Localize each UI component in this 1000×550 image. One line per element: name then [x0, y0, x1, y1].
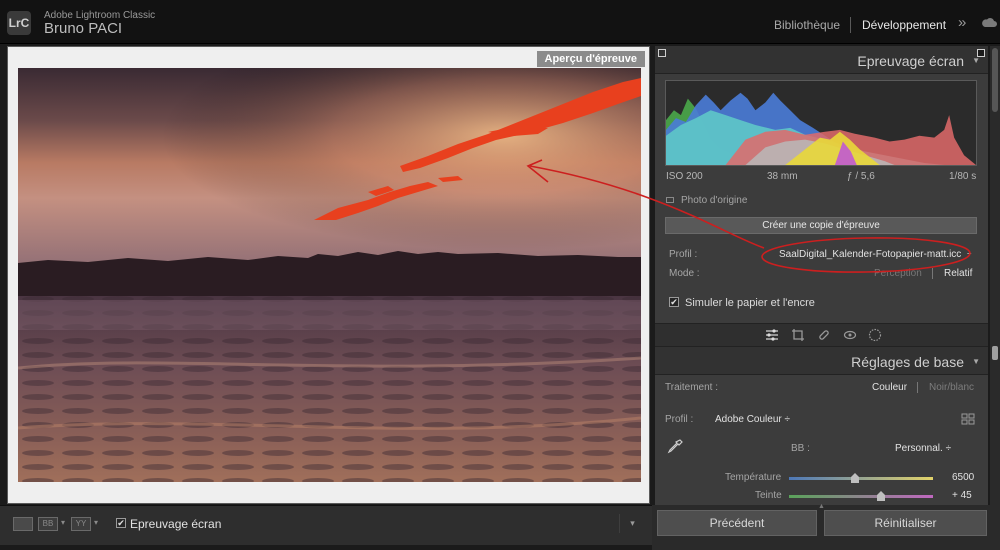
treatment-bw-option[interactable]: Noir/blanc	[929, 382, 974, 393]
proof-preview-label: Aperçu d'épreuve	[536, 51, 645, 67]
cloud-icon[interactable]	[981, 17, 997, 27]
temperature-slider[interactable]	[789, 473, 933, 483]
mode-relative-option[interactable]: Relatif	[944, 268, 972, 279]
tint-label: Teinte	[755, 490, 782, 501]
panel-toggle-arrow-icon[interactable]: ▲	[818, 503, 825, 510]
basic-profile-label: Profil :	[665, 414, 694, 425]
exif-aperture: ƒ / 5,6	[847, 171, 875, 182]
lrc-logo: LrC	[7, 11, 31, 35]
treatment-label: Traitement :	[665, 382, 718, 393]
soft-proof-panel-title: Epreuvage écran	[857, 53, 964, 69]
edit-sliders-icon[interactable]	[765, 328, 779, 342]
exif-iso: ISO 200	[666, 171, 703, 182]
develop-tool-strip	[655, 323, 988, 347]
proof-profile-label: Profil :	[669, 249, 698, 260]
simulate-paper-ink-label: Simuler le papier et l'encre	[685, 297, 815, 309]
temperature-slider-thumb[interactable]	[851, 473, 859, 483]
masking-icon[interactable]	[868, 328, 882, 342]
proof-profile-value[interactable]: SaalDigital_Kalender-Fotopapier-matt.icc	[779, 249, 961, 260]
create-proof-copy-button[interactable]: Créer une copie d'épreuve	[665, 217, 977, 234]
exif-shutter-speed: 1/80 s	[949, 171, 977, 182]
reset-button[interactable]: Réinitialiser	[824, 510, 987, 536]
lightroom-window: LrC Adobe Lightroom Classic Bruno PACI B…	[0, 0, 1000, 550]
exif-focal-length: 38 mm	[767, 171, 798, 182]
rendering-mode-label: Mode :	[669, 268, 700, 279]
before-after-view-button[interactable]: BB	[38, 517, 58, 531]
soft-proof-label: Epreuvage écran	[130, 517, 222, 531]
user-name: Bruno PACI	[44, 20, 123, 37]
original-photo-label: Photo d'origine	[681, 195, 748, 206]
bottom-button-bar: Précédent Réinitialiser	[652, 505, 1000, 550]
collapse-arrow-icon[interactable]: ▼	[972, 357, 980, 366]
profile-dropdown-icon[interactable]: ÷	[967, 249, 971, 258]
soft-proof-panel-header[interactable]: Epreuvage écran ▼	[655, 46, 988, 74]
basic-profile-select[interactable]: Adobe Couleur ÷	[715, 414, 790, 425]
more-modules-icon[interactable]: »	[958, 14, 966, 31]
treatment-separator	[917, 382, 918, 393]
right-panel: Epreuvage écran ▼ ISO 200 38 mm ƒ / 5,6 …	[655, 46, 988, 506]
soft-proof-checkbox[interactable]: ✔	[116, 518, 126, 528]
module-separator	[850, 17, 851, 33]
tint-slider[interactable]	[789, 491, 933, 501]
histogram[interactable]	[665, 80, 977, 166]
previous-button[interactable]: Précédent	[657, 510, 817, 536]
highlight-clipping-icon[interactable]	[977, 49, 985, 57]
collapse-arrow-icon[interactable]: ▼	[972, 56, 980, 65]
basic-panel-title: Réglages de base	[851, 354, 964, 370]
scrollbar-track-segment[interactable]	[992, 48, 998, 112]
original-photo-icon	[666, 197, 674, 203]
profile-browser-grid-icon[interactable]	[961, 413, 975, 425]
beach-sunset-photo[interactable]	[18, 68, 641, 482]
yy-menu-icon[interactable]: ▾	[94, 518, 98, 527]
soft-proof-preview: Aperçu d'épreuve	[7, 46, 650, 504]
basic-panel-header[interactable]: Réglages de base ▼	[655, 347, 988, 375]
before-after-menu-icon[interactable]: ▾	[61, 518, 65, 527]
white-balance-eyedropper-icon[interactable]	[667, 438, 683, 456]
bottom-toolbar: BB ▾ YY ▾ ✔ Epreuvage écran ▾	[0, 505, 652, 545]
temperature-value[interactable]: 6500	[952, 472, 974, 483]
tint-slider-thumb[interactable]	[877, 491, 885, 501]
module-develop[interactable]: Développement	[862, 18, 946, 32]
loupe-view-button[interactable]	[13, 517, 33, 531]
treatment-color-option[interactable]: Couleur	[872, 382, 907, 393]
mode-separator	[932, 268, 933, 279]
right-panel-scrollbar[interactable]	[990, 46, 1000, 506]
healing-icon[interactable]	[817, 328, 831, 342]
shadow-clipping-icon[interactable]	[658, 49, 666, 57]
temperature-label: Température	[725, 472, 782, 483]
yy-view-button[interactable]: YY	[71, 517, 91, 531]
white-balance-select[interactable]: Personnal. ÷	[895, 443, 951, 454]
scrollbar-thumb[interactable]	[992, 346, 998, 360]
simulate-paper-ink-checkbox[interactable]: ✔	[669, 297, 679, 307]
top-bar: LrC Adobe Lightroom Classic Bruno PACI B…	[0, 0, 1000, 44]
toolbar-menu-icon[interactable]: ▾	[619, 514, 645, 533]
crop-icon[interactable]	[791, 328, 805, 342]
tint-value[interactable]: + 45	[952, 490, 972, 501]
red-eye-icon[interactable]	[843, 328, 857, 342]
white-balance-label: BB :	[791, 443, 810, 454]
mode-perceptual-option[interactable]: Perception	[874, 268, 922, 279]
module-library[interactable]: Bibliothèque	[774, 18, 840, 32]
